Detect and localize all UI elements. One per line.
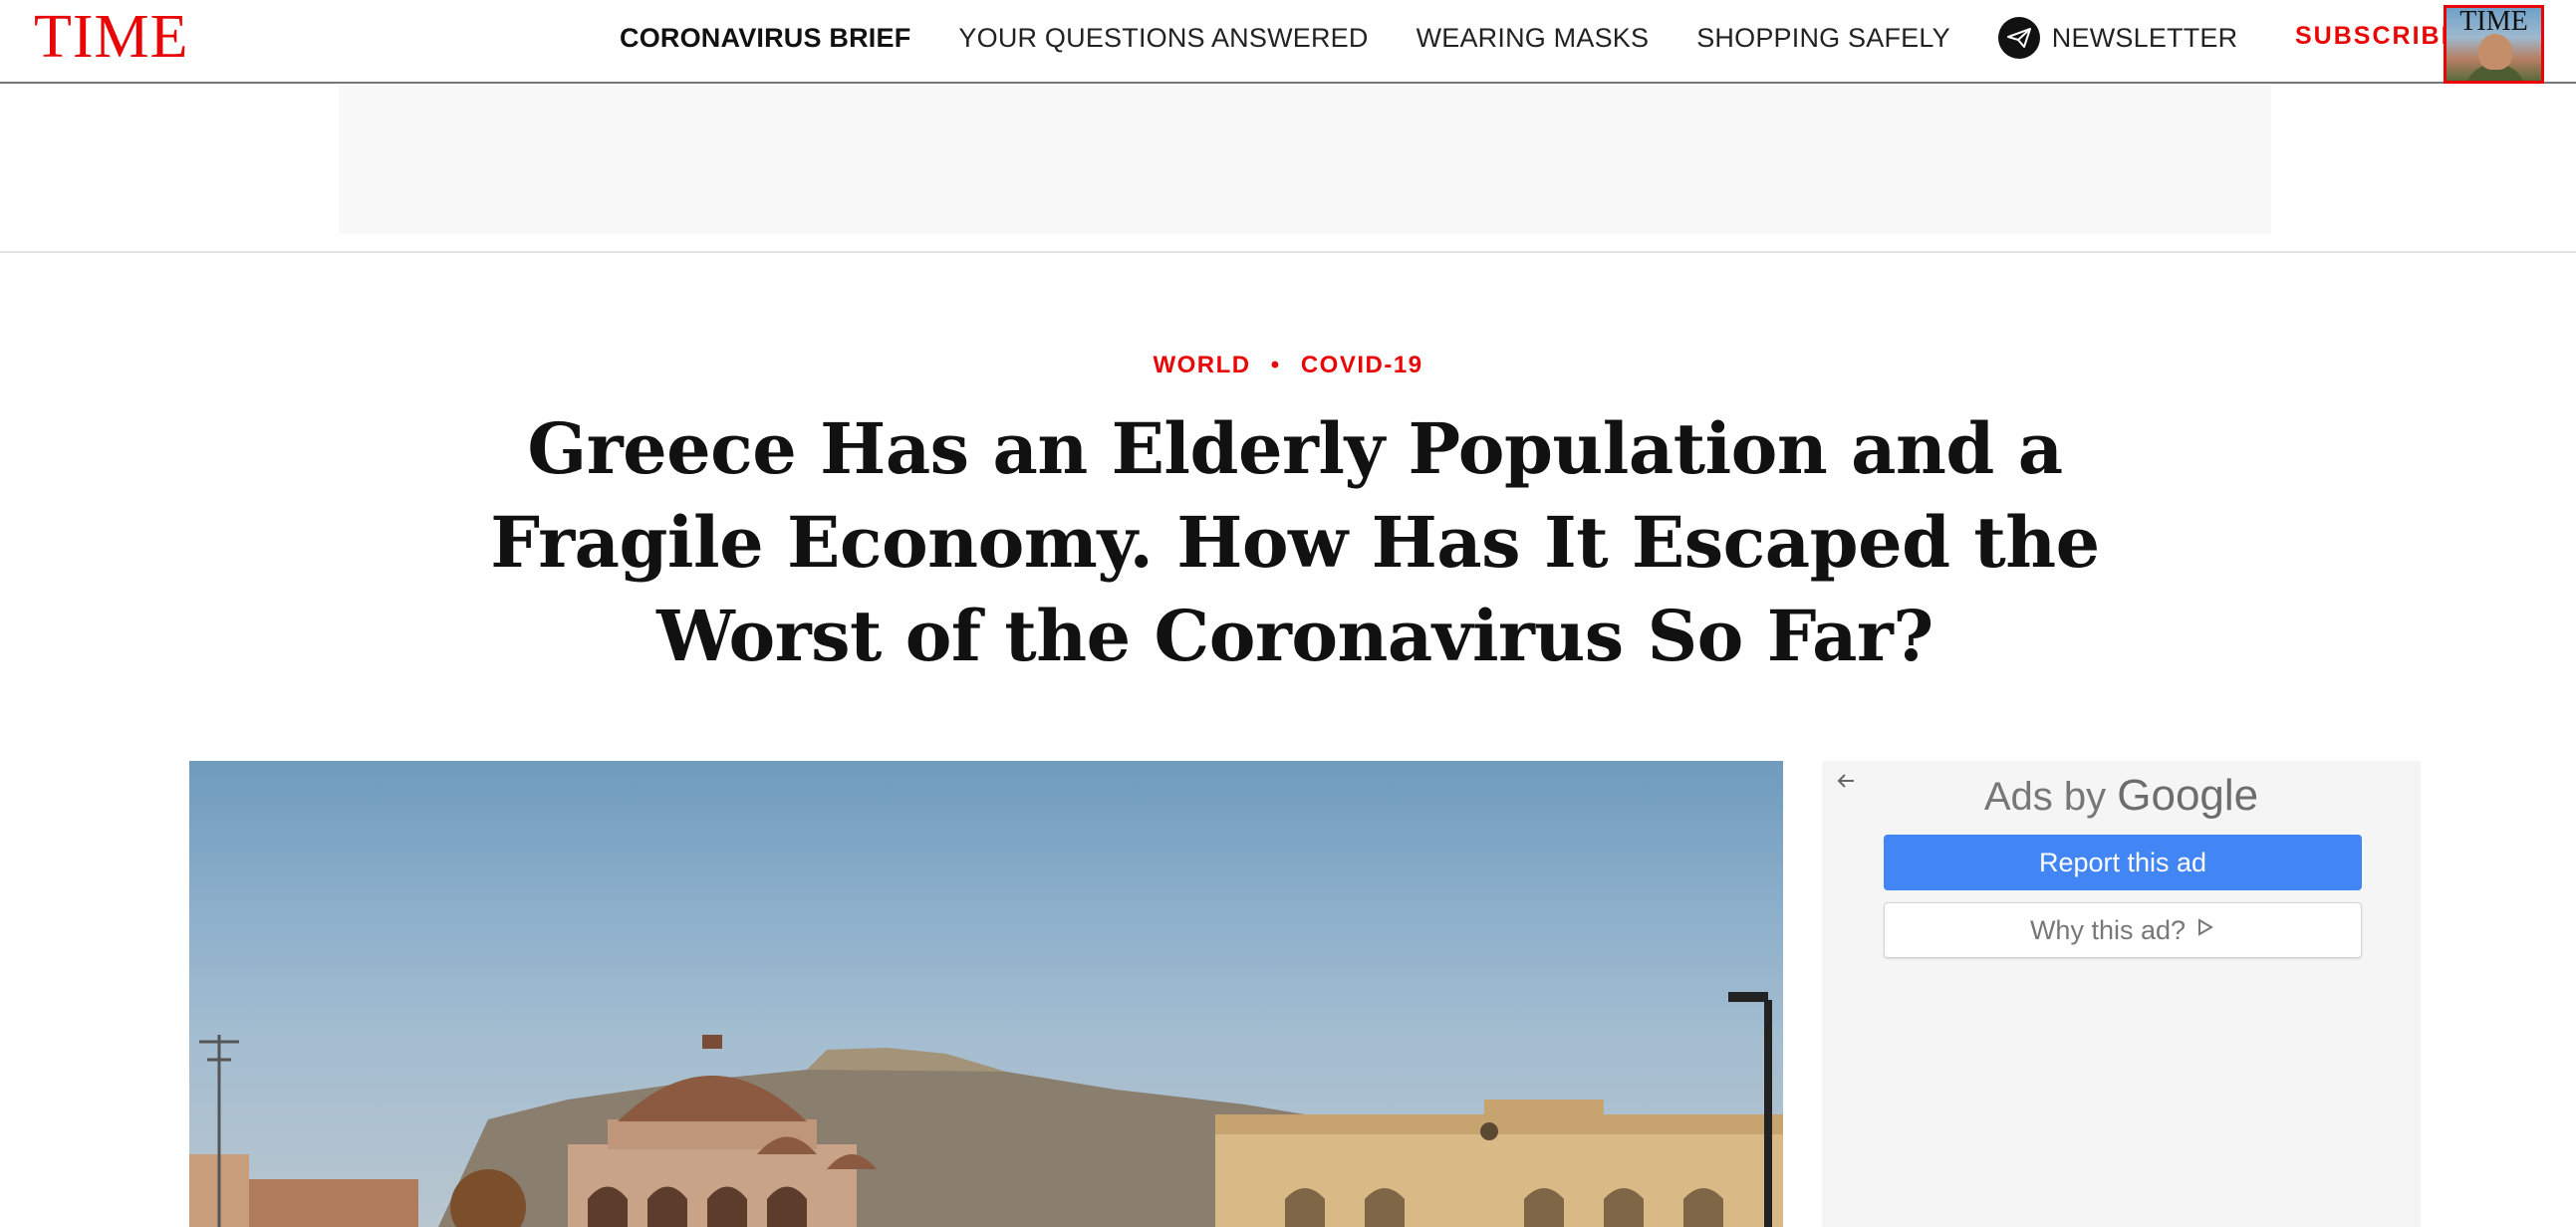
ads-by-text: Ads by <box>1983 775 2107 819</box>
nav-item-shopping-safely[interactable]: SHOPPING SAFELY <box>1696 23 1950 54</box>
paper-plane-icon <box>1997 17 2040 59</box>
report-ad-button[interactable]: Report this ad <box>1884 835 2362 890</box>
why-this-ad-button[interactable]: Why this ad? <box>1884 902 2362 958</box>
subscribe-link[interactable]: SUBSCRIBE <box>2295 22 2459 51</box>
main-nav: CORONAVIRUS BRIEF YOUR QUESTIONS ANSWERE… <box>620 0 2285 76</box>
google-wordmark: Google <box>2117 771 2259 820</box>
kicker-covid-link[interactable]: COVID-19 <box>1301 352 1423 378</box>
article-headline: Greece Has an Elderly Population and a F… <box>490 407 2100 677</box>
nav-item-coronavirus-brief[interactable]: CORONAVIRUS BRIEF <box>620 23 910 54</box>
article-kicker: WORLD • COVID-19 <box>0 352 2576 379</box>
ads-by-google-label: Ads by Google <box>1822 771 2421 821</box>
top-ad-slot <box>339 86 2271 234</box>
hero-illustration <box>189 992 1783 1227</box>
time-logo[interactable]: TIME <box>34 4 189 70</box>
magazine-cover-thumbnail[interactable]: TIME <box>2444 5 2544 84</box>
hero-image <box>189 761 1783 1227</box>
kicker-separator: • <box>1270 352 1281 378</box>
why-this-ad-label: Why this ad? <box>2029 914 2187 945</box>
play-outline-icon <box>2195 917 2215 943</box>
site-header: TIME CORONAVIRUS BRIEF YOUR QUESTIONS AN… <box>0 0 2576 84</box>
newsletter-label: NEWSLETTER <box>2051 22 2238 53</box>
nav-item-wearing-masks[interactable]: WEARING MASKS <box>1417 23 1650 54</box>
header-divider <box>0 251 2576 253</box>
nav-item-questions-answered[interactable]: YOUR QUESTIONS ANSWERED <box>958 23 1368 54</box>
cover-person-shape <box>2478 34 2512 70</box>
google-ad-panel: Ads by Google Report this ad Why this ad… <box>1822 761 2421 1227</box>
kicker-world-link[interactable]: WORLD <box>1153 352 1250 378</box>
nav-item-newsletter[interactable]: NEWSLETTER <box>1997 17 2238 59</box>
